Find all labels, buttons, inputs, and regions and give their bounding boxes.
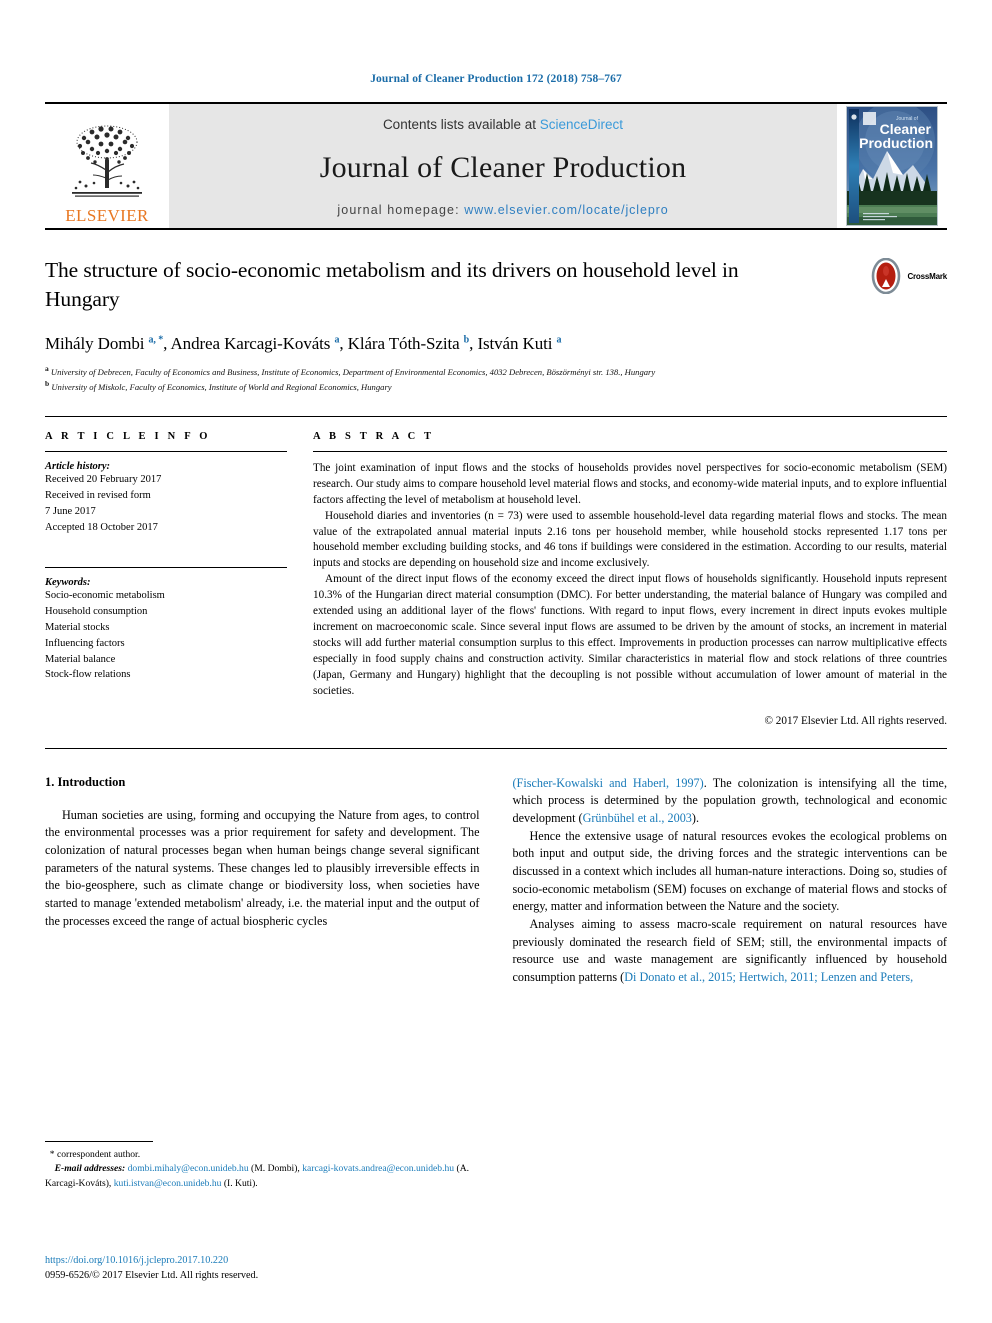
journal-homepage-line: journal homepage: www.elsevier.com/locat…	[337, 203, 668, 217]
abstract-copyright: © 2017 Elsevier Ltd. All rights reserved…	[764, 714, 948, 727]
paper-page: Journal of Cleaner Production 172 (2018)…	[0, 0, 992, 1323]
title-block: The structure of socio-economic metaboli…	[45, 230, 947, 393]
citation-link[interactable]: Di Donato et al., 2015; Hertwich, 2011; …	[624, 970, 913, 984]
keywords-rule	[45, 566, 287, 568]
email-owner: (M. Dombi),	[251, 1163, 300, 1175]
keyword-item: Material balance	[45, 653, 116, 665]
email-owner: (I. Kuti).	[223, 1177, 258, 1189]
history-item: Received in revised form	[45, 489, 151, 501]
page-title: The structure of socio-economic metaboli…	[45, 258, 739, 311]
affiliation-a-text: University of Debrecen, Faculty of Econo…	[50, 367, 656, 378]
section-title-introduction: 1. Introduction	[45, 774, 126, 789]
doi-link[interactable]: https://doi.org/10.1016/j.jclepro.2017.1…	[45, 1253, 485, 1268]
contents-prefix: Contents lists available at	[382, 117, 540, 132]
footnote-block: * correspondent author. E-mail addresses…	[45, 1141, 485, 1191]
doi-block: https://doi.org/10.1016/j.jclepro.2017.1…	[45, 1253, 485, 1284]
elsevier-wordmark: ELSEVIER	[65, 206, 149, 225]
contents-list-line: Contents lists available at ScienceDirec…	[383, 117, 623, 132]
issn-copyright: 0959-6526/© 2017 Elsevier Ltd. All right…	[45, 1270, 259, 1282]
abstract-paragraph: Household diaries and inventories (n = 7…	[313, 509, 947, 570]
affiliations: a University of Debrecen, Faculty of Eco…	[45, 364, 807, 393]
history-item: Accepted 18 October 2017	[45, 521, 158, 533]
info-abstract-block: A R T I C L E I N F O Article history: R…	[45, 417, 947, 727]
keywords-list: Socio-economic metabolism Household cons…	[45, 588, 287, 684]
keyword-item: Socio-economic metabolism	[45, 589, 165, 601]
crossmark-area[interactable]: CrossMark	[827, 256, 947, 393]
banner-center: Contents lists available at ScienceDirec…	[169, 104, 837, 228]
body-paragraph: Analyses aiming to assess macro-scale re…	[513, 916, 948, 987]
article-info-heading: A R T I C L E I N F O	[45, 430, 211, 442]
abstract-column: A B S T R A C T The joint examination of…	[313, 431, 947, 727]
body-column-right: (Fischer-Kowalski and Haberl, 1997). The…	[513, 775, 948, 987]
citation-link[interactable]: (Fischer-Kowalski and Haberl, 1997)	[513, 776, 704, 790]
article-info-rule	[45, 450, 287, 452]
email-label: E-mail addresses:	[54, 1163, 126, 1175]
article-history-list: Received 20 February 2017 Received in re…	[45, 472, 287, 536]
body-text: ).	[691, 810, 699, 825]
abstract-paragraph: The joint examination of input flows and…	[313, 461, 947, 506]
journal-cover-image: Journal of Cleaner Production	[846, 106, 938, 226]
cover-artwork-icon: Journal of Cleaner Production	[847, 107, 937, 225]
keyword-item: Household consumption	[45, 605, 148, 617]
crossmark-icon[interactable]	[868, 258, 904, 294]
svg-text:Production: Production	[859, 135, 933, 151]
email-link-dombi[interactable]: dombi.mihaly@econ.unideb.hu	[128, 1163, 249, 1174]
journal-title: Journal of Cleaner Production	[319, 150, 687, 184]
keywords-block: Keywords: Socio-economic metabolism Hous…	[45, 566, 287, 684]
sciencedirect-link[interactable]: ScienceDirect	[540, 117, 623, 132]
keyword-item: Influencing factors	[45, 637, 125, 649]
email-link-karcagi[interactable]: karcagi-kovats.andrea@econ.unideb.hu	[302, 1163, 454, 1174]
running-head: Journal of Cleaner Production 172 (2018)…	[370, 73, 622, 85]
email-addresses-note: E-mail addresses: dombi.mihaly@econ.unid…	[45, 1162, 485, 1191]
affiliation-a: a University of Debrecen, Faculty of Eco…	[45, 364, 656, 378]
history-item: 7 June 2017	[45, 505, 96, 517]
article-info-column: A R T I C L E I N F O Article history: R…	[45, 431, 313, 727]
footnote-rule	[45, 1141, 153, 1142]
affiliation-b: b University of Miskolc, Faculty of Econ…	[45, 378, 392, 392]
crossmark-label: CrossMark	[907, 271, 947, 281]
citation-link[interactable]: Grünbühel et al., 2003	[583, 811, 692, 825]
body-columns: 1. Introduction Human societies are usin…	[45, 749, 947, 987]
author-list: Mihály Dombi a, *, Andrea Karcagi-Kováts…	[45, 334, 562, 354]
journal-banner: ELSEVIER Contents lists available at Sci…	[45, 102, 947, 228]
body-paragraph: (Fischer-Kowalski and Haberl, 1997). The…	[513, 775, 948, 828]
correspondent-text: * correspondent author.	[49, 1149, 141, 1160]
homepage-prefix: journal homepage:	[337, 203, 465, 217]
abstract-heading: A B S T R A C T	[313, 430, 435, 442]
body-column-left: 1. Introduction Human societies are usin…	[45, 775, 480, 987]
journal-homepage-link[interactable]: www.elsevier.com/locate/jclepro	[464, 203, 668, 217]
abstract-rule	[313, 450, 947, 452]
article-history-label: Article history:	[45, 460, 111, 472]
email-link-kuti[interactable]: kuti.istvan@econ.unideb.hu	[114, 1178, 222, 1189]
elsevier-logo: ELSEVIER	[45, 104, 169, 228]
keyword-item: Material stocks	[45, 621, 110, 633]
keywords-label: Keywords:	[45, 576, 91, 588]
body-paragraph: Human societies are using, forming and o…	[45, 807, 480, 928]
elsevier-tree-icon	[72, 125, 142, 197]
affiliation-b-text: University of Miskolc, Faculty of Econom…	[51, 381, 392, 392]
abstract-paragraph: Amount of the direct input flows of the …	[313, 573, 947, 697]
keyword-item: Stock-flow relations	[45, 669, 131, 681]
body-paragraph: Hence the extensive usage of natural res…	[512, 828, 948, 914]
journal-cover-thumbnail: Journal of Cleaner Production	[837, 104, 947, 228]
history-item: Received 20 February 2017	[45, 473, 162, 485]
correspondent-note: * correspondent author.	[45, 1148, 485, 1162]
